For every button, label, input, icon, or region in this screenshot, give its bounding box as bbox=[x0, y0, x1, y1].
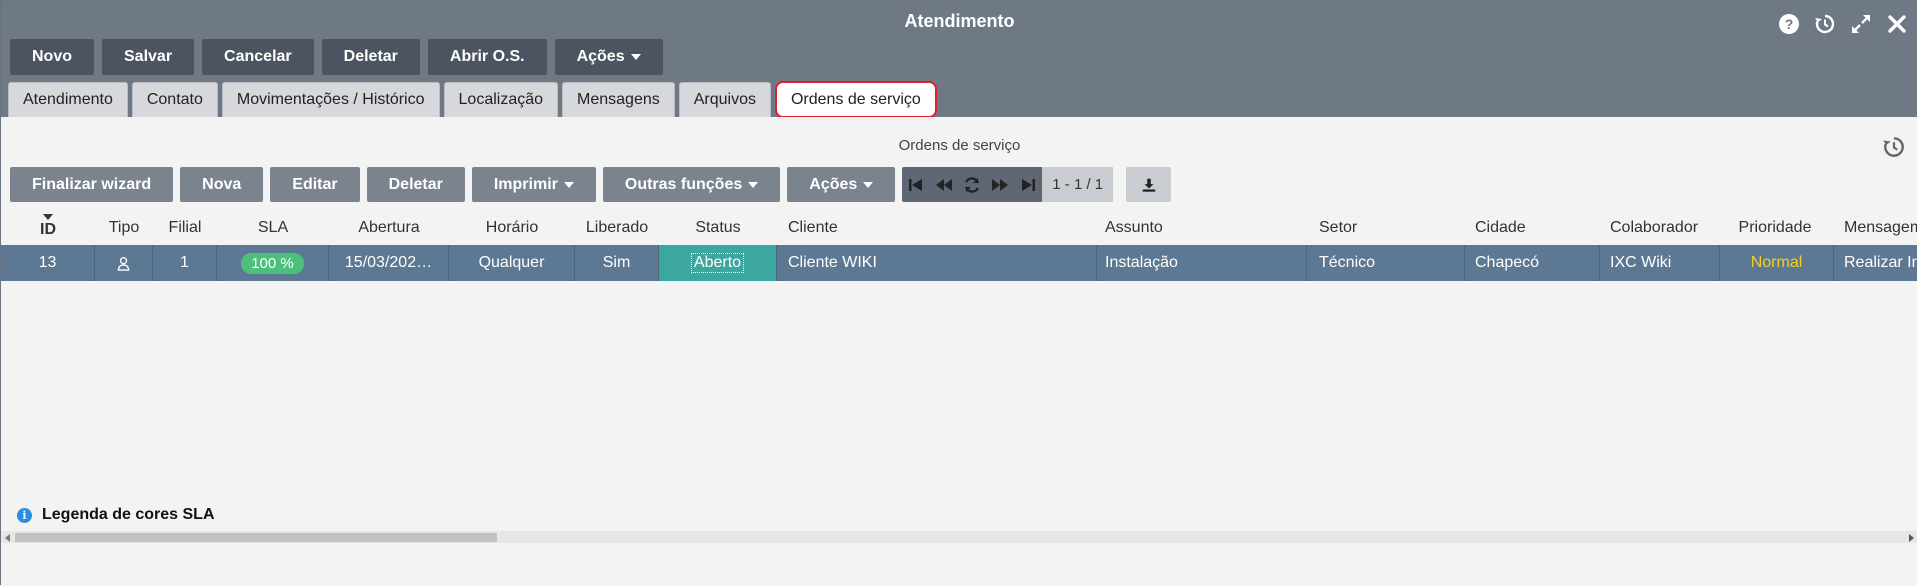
finalizar-wizard-button[interactable]: Finalizar wizard bbox=[10, 167, 174, 202]
main-toolbar: Novo Salvar Cancelar Deletar Abrir O.S. … bbox=[10, 39, 663, 75]
last-page-icon[interactable] bbox=[1014, 167, 1042, 202]
cell-abertura: 15/03/202… bbox=[329, 245, 449, 281]
table-row[interactable]: 13 1 100 % 15/03/202… Qualquer Sim Abert… bbox=[1, 245, 1917, 281]
caret-down-icon bbox=[863, 181, 874, 188]
atendimento-window: Atendimento ? Novo Salvar Cancelar Delet… bbox=[0, 0, 1917, 586]
tab-atendimento[interactable]: Atendimento bbox=[8, 82, 128, 117]
help-icon[interactable]: ? bbox=[1776, 11, 1802, 37]
caret-down-icon bbox=[563, 181, 574, 188]
column-header-status[interactable]: Status bbox=[659, 212, 777, 244]
grid-toolbar: Finalizar wizard Nova Editar Deletar Imp… bbox=[10, 167, 1172, 202]
column-header-colaborador[interactable]: Colaborador bbox=[1610, 212, 1730, 244]
column-header-setor[interactable]: Setor bbox=[1319, 212, 1459, 244]
priority-text: Normal bbox=[1750, 254, 1803, 271]
svg-text:?: ? bbox=[1785, 16, 1794, 32]
imprimir-label: Imprimir bbox=[493, 175, 558, 193]
cell-cliente: Cliente WIKI bbox=[777, 245, 1097, 281]
column-header-filial[interactable]: Filial bbox=[153, 212, 217, 244]
tab-ordens-de-servico[interactable]: Ordens de serviço bbox=[774, 81, 937, 118]
tab-arquivos[interactable]: Arquivos bbox=[678, 82, 771, 117]
window-controls: ? bbox=[1776, 11, 1910, 37]
cell-setor: Técnico bbox=[1307, 245, 1465, 281]
column-header-tipo[interactable]: Tipo bbox=[95, 212, 153, 244]
cell-colaborador: IXC Wiki bbox=[1600, 245, 1720, 281]
expand-icon[interactable] bbox=[1848, 11, 1874, 37]
editar-button[interactable]: Editar bbox=[270, 167, 360, 202]
horizontal-scrollbar[interactable] bbox=[1, 531, 1917, 543]
tab-contato[interactable]: Contato bbox=[131, 82, 218, 117]
caret-down-icon bbox=[748, 181, 759, 188]
window-title: Atendimento bbox=[904, 11, 1015, 31]
deletar-os-button[interactable]: Deletar bbox=[366, 167, 465, 202]
cell-liberado: Sim bbox=[575, 245, 659, 281]
sort-desc-icon bbox=[43, 214, 53, 220]
scroll-right-icon[interactable] bbox=[1909, 534, 1914, 542]
caret-down-icon bbox=[630, 54, 641, 60]
salvar-button[interactable]: Salvar bbox=[102, 39, 195, 75]
column-header-mensagem[interactable]: Mensagem bbox=[1844, 212, 1917, 244]
sla-legend-label: Legenda de cores SLA bbox=[42, 506, 215, 523]
tab-bar: Atendimento Contato Movimentações / Hist… bbox=[8, 81, 937, 118]
cell-prioridade: Normal bbox=[1720, 245, 1834, 281]
grid-header: ID Tipo Filial SLA Abertura Horário Libe… bbox=[1, 212, 1917, 244]
column-header-id[interactable]: ID bbox=[1, 212, 95, 244]
column-header-prioridade[interactable]: Prioridade bbox=[1730, 212, 1820, 244]
outras-funcoes-dropdown-button[interactable]: Outras funções bbox=[602, 167, 781, 202]
imprimir-dropdown-button[interactable]: Imprimir bbox=[471, 167, 596, 202]
column-header-horario[interactable]: Horário bbox=[449, 212, 575, 244]
outras-label: Outras funções bbox=[624, 175, 743, 193]
pagination: 1 - 1 / 1 bbox=[902, 167, 1114, 202]
cell-tipo bbox=[95, 245, 153, 281]
column-header-cliente[interactable]: Cliente bbox=[788, 212, 1088, 244]
acoes-dropdown-button[interactable]: Ações bbox=[554, 39, 663, 75]
novo-button[interactable]: Novo bbox=[10, 39, 94, 75]
cell-horario: Qualquer bbox=[449, 245, 575, 281]
cell-sla: 100 % bbox=[217, 245, 329, 281]
column-header-abertura[interactable]: Abertura bbox=[329, 212, 449, 244]
nova-button[interactable]: Nova bbox=[180, 167, 264, 202]
ordens-panel: Ordens de serviço Finalizar wizard Nova … bbox=[1, 117, 1917, 586]
deletar-button[interactable]: Deletar bbox=[321, 39, 420, 75]
scroll-left-icon[interactable] bbox=[5, 534, 10, 542]
section-title: Ordens de serviço bbox=[898, 137, 1021, 154]
column-header-assunto[interactable]: Assunto bbox=[1105, 212, 1305, 244]
column-header-cidade[interactable]: Cidade bbox=[1475, 212, 1595, 244]
tab-localizacao[interactable]: Localização bbox=[443, 82, 559, 117]
download-icon[interactable] bbox=[1126, 167, 1172, 202]
grid-history-icon[interactable] bbox=[1882, 135, 1906, 159]
cell-filial: 1 bbox=[153, 245, 217, 281]
acoes-grid-label: Ações bbox=[809, 175, 858, 193]
column-header-sla[interactable]: SLA bbox=[217, 212, 329, 244]
cancelar-button[interactable]: Cancelar bbox=[202, 39, 314, 75]
refresh-icon[interactable] bbox=[958, 167, 986, 202]
next-page-icon[interactable] bbox=[986, 167, 1014, 202]
history-icon[interactable] bbox=[1812, 11, 1838, 37]
column-header-liberado[interactable]: Liberado bbox=[575, 212, 659, 244]
cell-assunto: Instalação bbox=[1097, 245, 1307, 281]
pager-info: 1 - 1 / 1 bbox=[1042, 167, 1114, 202]
first-page-icon[interactable] bbox=[902, 167, 930, 202]
close-icon[interactable] bbox=[1884, 11, 1910, 37]
title-bar: Atendimento ? Novo Salvar Cancelar Delet… bbox=[1, 1, 1917, 118]
tab-mensagens[interactable]: Mensagens bbox=[562, 82, 675, 117]
tab-movimentacoes[interactable]: Movimentações / Histórico bbox=[221, 82, 440, 117]
status-badge: Aberto bbox=[690, 253, 745, 273]
cell-cidade: Chapecó bbox=[1465, 245, 1600, 281]
abrir-os-button[interactable]: Abrir O.S. bbox=[427, 39, 547, 75]
acoes-grid-dropdown-button[interactable]: Ações bbox=[787, 167, 896, 202]
info-icon: i bbox=[17, 507, 32, 523]
sla-legend-toggle[interactable]: i Legenda de cores SLA bbox=[17, 506, 215, 524]
cell-id: 13 bbox=[1, 245, 95, 281]
cell-status: Aberto bbox=[659, 245, 777, 281]
sla-badge: 100 % bbox=[241, 252, 304, 274]
scrollbar-thumb[interactable] bbox=[15, 533, 497, 542]
user-icon bbox=[117, 256, 130, 271]
acoes-label: Ações bbox=[576, 48, 625, 65]
cell-mensagem: Realizar In bbox=[1844, 254, 1917, 271]
prev-page-icon[interactable] bbox=[930, 167, 958, 202]
